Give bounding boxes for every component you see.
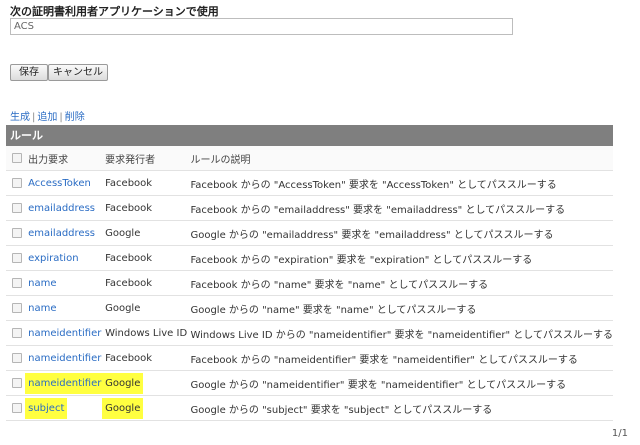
table-row[interactable]: nameidentifier Windows Live ID Windows Liv… [6,320,613,346]
description-cell: Facebook からの "AccessToken" 要求を "AccessTo… [190,170,613,196]
output-claim-link[interactable]: expiration [28,253,78,264]
row-checkbox-cell [6,270,29,296]
issuer-cell: Facebook [105,270,191,296]
add-link[interactable]: 追加 [37,112,57,123]
rules-table: 出力要求 要求発行者 ルールの説明 AccessToken Facebook Fac… [6,146,613,421]
issuer-text: Facebook [105,352,153,364]
table-row[interactable]: AccessToken Facebook Facebook からの "AccessT… [6,170,613,196]
issuer-cell: Google [105,370,191,396]
row-checkbox[interactable] [12,302,23,313]
row-checkbox-cell [6,345,29,371]
row-checkbox[interactable] [12,252,23,263]
issuer-text: Facebook [105,177,153,189]
save-button[interactable]: 保存 [10,64,48,81]
cancel-button[interactable]: キャンセル [48,64,108,81]
row-checkbox[interactable] [12,352,23,363]
output-claim-link[interactable]: emailaddress [28,203,95,214]
table-row[interactable]: subject Google Google からの "subject" 要求を "s… [6,395,613,421]
row-checkbox[interactable] [12,227,23,238]
description-cell: Windows Live ID からの "nameidentifier" 要求を… [190,320,613,346]
output-claim-cell: expiration [28,245,106,271]
row-checkbox-cell [6,395,29,421]
table-row[interactable]: emailaddress Facebook Facebook からの "emaila… [6,195,613,221]
select-all-checkbox[interactable] [12,152,23,163]
issuer-cell: Facebook [105,245,191,271]
issuer-text: Google [105,302,141,314]
issuer-cell: Google [105,220,191,246]
table-row[interactable]: nameidentifier Facebook Facebook からの "name… [6,345,613,371]
pager: 1/1 [611,428,628,439]
description-cell: Facebook からの "nameidentifier" 要求を "namei… [190,345,613,371]
delete-link[interactable]: 削除 [65,112,85,123]
description-cell: Facebook からの "name" 要求を "name" としてパススルーす… [190,270,613,296]
row-checkbox[interactable] [12,277,23,288]
output-claim-cell: AccessToken [28,170,106,196]
table-row[interactable]: expiration Facebook Facebook からの "expirati… [6,245,613,271]
issuer-cell: Facebook [105,195,191,221]
select-all-cell [6,146,29,171]
row-checkbox[interactable] [12,327,23,338]
description-cell: Google からの "nameidentifier" 要求を "nameide… [190,370,613,396]
row-checkbox-cell [6,370,29,396]
column-header-output-claim[interactable]: 出力要求 [28,146,106,171]
output-claim-link[interactable]: nameidentifier [28,353,101,364]
table-row[interactable]: name Google Google からの "name" 要求を "name" と… [6,295,613,321]
issuer-cell: Google [105,395,191,421]
issuer-cell: Google [105,295,191,321]
row-checkbox[interactable] [12,177,23,188]
row-checkbox-cell [6,195,29,221]
issuer-text: Google [105,227,141,239]
row-checkbox[interactable] [12,202,23,213]
issuer-cell: Facebook [105,345,191,371]
rules-grid-title: ルール [6,125,613,146]
relying-party-input[interactable] [10,18,513,35]
output-claim-cell: subject [28,395,106,421]
row-checkbox[interactable] [12,377,23,388]
row-checkbox-cell [6,170,29,196]
generate-link[interactable]: 生成 [10,112,30,123]
description-cell: Facebook からの "emailaddress" 要求を "emailad… [190,195,613,221]
output-claim-link[interactable]: nameidentifier [28,328,101,339]
column-header-description[interactable]: ルールの説明 [190,146,613,171]
issuer-text: Facebook [105,202,153,214]
row-checkbox-cell [6,320,29,346]
issuer-text: Google [105,375,141,391]
description-cell: Google からの "name" 要求を "name" としてパススルーする [190,295,613,321]
table-header-row: 出力要求 要求発行者 ルールの説明 [6,146,613,171]
output-claim-cell: emailaddress [28,220,106,246]
issuer-text: Windows Live ID [105,327,188,339]
issuer-text: Google [105,400,141,416]
output-claim-link[interactable]: name [28,303,56,314]
row-checkbox-cell [6,220,29,246]
description-cell: Google からの "subject" 要求を "subject" としてパス… [190,395,613,421]
output-claim-link[interactable]: nameidentifier [28,375,102,391]
output-claim-link[interactable]: AccessToken [28,178,91,189]
row-checkbox-cell [6,245,29,271]
output-claim-cell: nameidentifier [28,320,106,346]
separator: | [59,112,63,123]
description-cell: Google からの "emailaddress" 要求を "emailaddr… [190,220,613,246]
table-row[interactable]: nameidentifier Google Google からの "nameiden… [6,370,613,396]
output-claim-link[interactable]: subject [28,400,65,416]
table-row[interactable]: emailaddress Google Google からの "emailaddre… [6,220,613,246]
output-claim-cell: nameidentifier [28,345,106,371]
issuer-text: Facebook [105,277,153,289]
row-checkbox[interactable] [12,402,23,413]
column-header-issuer[interactable]: 要求発行者 [105,146,191,171]
issuer-cell: Windows Live ID [105,320,191,346]
output-claim-link[interactable]: name [28,278,56,289]
description-cell: Facebook からの "expiration" 要求を "expiratio… [190,245,613,271]
output-claim-cell: name [28,295,106,321]
action-links: 生成 | 追加 | 削除 [10,108,85,123]
output-claim-cell: emailaddress [28,195,106,221]
issuer-cell: Facebook [105,170,191,196]
issuer-text: Facebook [105,252,153,264]
output-claim-cell: name [28,270,106,296]
row-checkbox-cell [6,295,29,321]
field-label: 次の証明書利用者アプリケーションで使用 [10,5,219,18]
output-claim-link[interactable]: emailaddress [28,228,95,239]
table-row[interactable]: name Facebook Facebook からの "name" 要求を "nam… [6,270,613,296]
output-claim-cell: nameidentifier [28,370,106,396]
